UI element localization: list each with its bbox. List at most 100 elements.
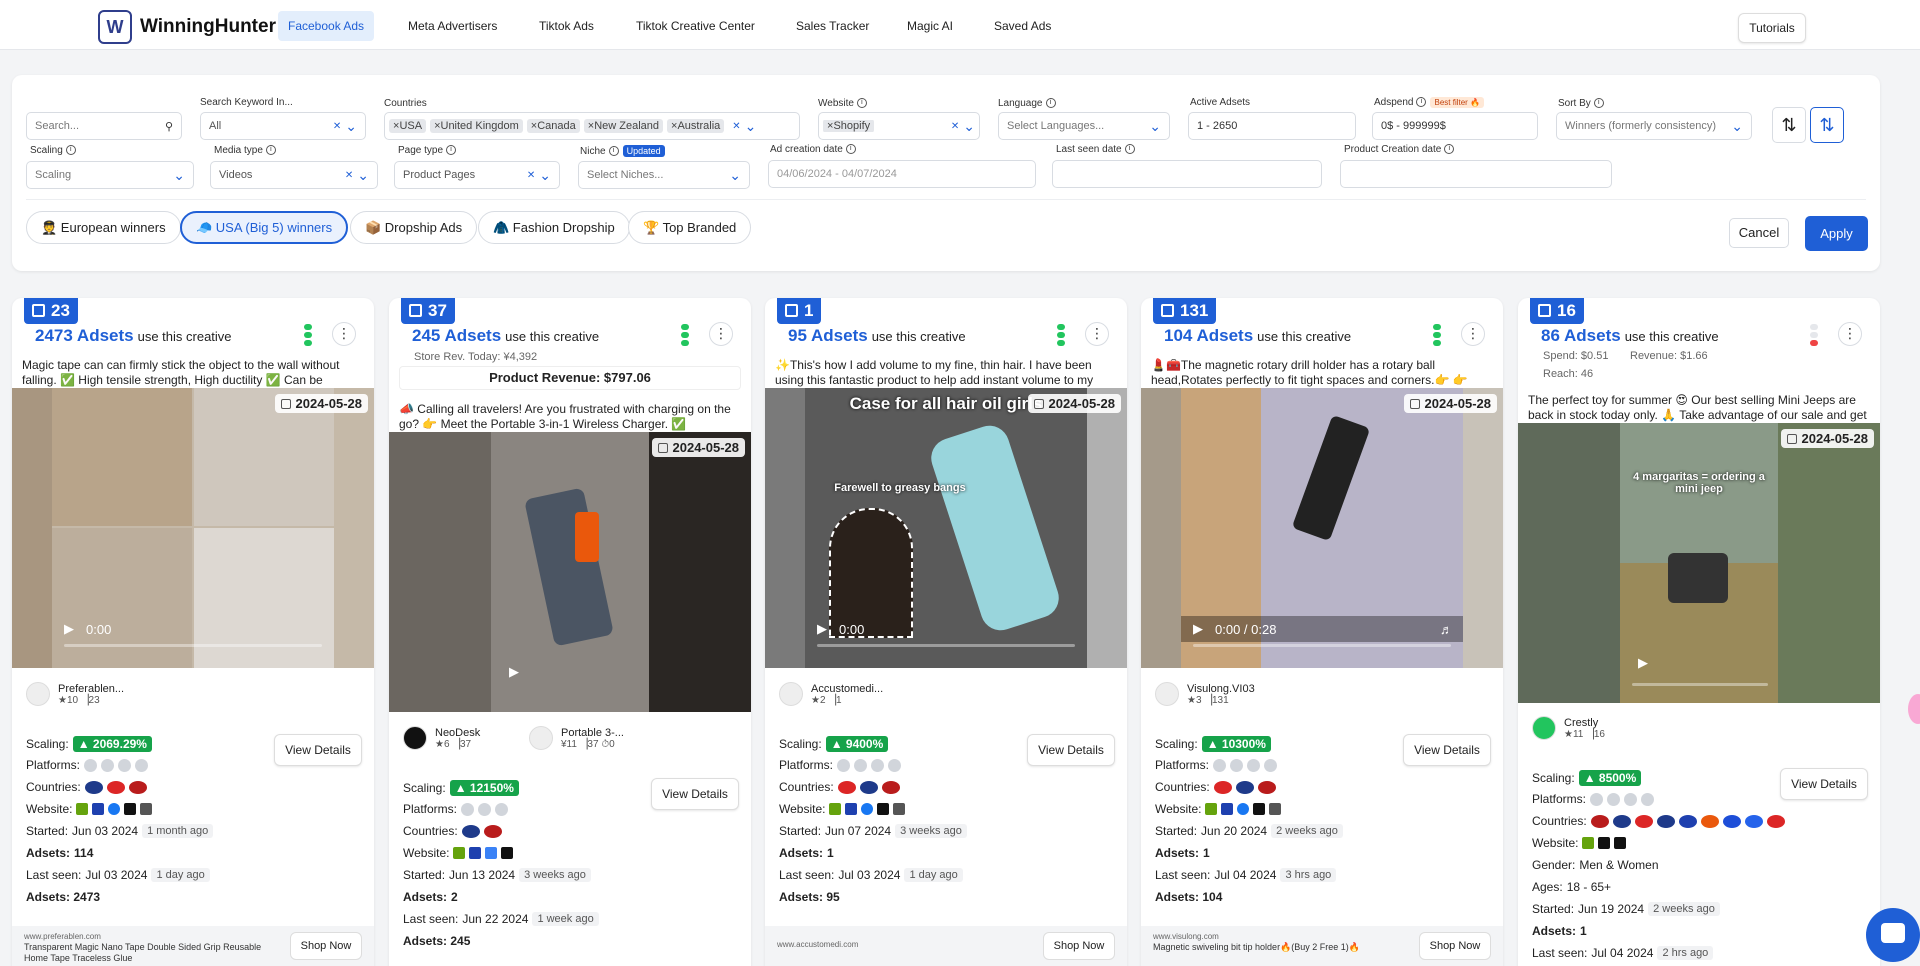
- more-options-icon[interactable]: ⋮: [332, 322, 356, 346]
- ad-video[interactable]: 2024-05-28 ▶ 0:00: [12, 388, 374, 668]
- info-icon[interactable]: i: [1416, 97, 1427, 108]
- preset-top-branded[interactable]: 🏆 Top Branded: [628, 211, 752, 244]
- video-controls[interactable]: ▶ 0:00: [52, 616, 334, 642]
- preset-dropship-ads[interactable]: 📦 Dropship Ads: [350, 211, 478, 244]
- more-options-icon[interactable]: ⋮: [1461, 322, 1485, 346]
- website-select[interactable]: ×Shopify ✕ ⌄: [818, 112, 980, 140]
- preset-usa-winners[interactable]: 🧢 USA (Big 5) winners: [180, 211, 349, 244]
- play-icon[interactable]: ▶: [64, 621, 74, 637]
- ad-video[interactable]: 2024-05-28 ▶ 0:00 / 0:28 ♬: [1141, 388, 1503, 668]
- creative-count: 16: [1530, 298, 1584, 324]
- active-adsets-input[interactable]: 1 - 2650: [1188, 112, 1356, 140]
- info-icon[interactable]: i: [446, 145, 457, 156]
- media-type-select[interactable]: Videos ✕ ⌄: [210, 161, 378, 189]
- product-store[interactable]: Portable 3-... ¥11 ▕37 ⏱0: [529, 726, 624, 750]
- apply-button[interactable]: Apply: [1805, 216, 1868, 251]
- advertiser[interactable]: Preferablen... ★10 ▕23: [26, 682, 124, 706]
- info-icon[interactable]: i: [1124, 144, 1135, 155]
- adspend-input[interactable]: 0$ - 999999$: [1372, 112, 1538, 140]
- video-progress[interactable]: [817, 644, 1075, 647]
- cancel-button[interactable]: Cancel: [1729, 218, 1789, 248]
- product-creation-date-input[interactable]: [1340, 160, 1612, 188]
- volume-icon[interactable]: ♬: [1440, 622, 1463, 637]
- shop-now-button[interactable]: Shop Now: [290, 932, 362, 960]
- search-input[interactable]: Search... ⚲: [26, 112, 182, 140]
- view-details-button[interactable]: View Details: [1403, 734, 1491, 766]
- more-options-icon[interactable]: ⋮: [1085, 322, 1109, 346]
- ad-video[interactable]: Case for all hair oil girls Farewell to …: [765, 388, 1127, 668]
- video-progress[interactable]: [1632, 683, 1768, 686]
- info-icon[interactable]: i: [1593, 98, 1604, 109]
- clear-icon[interactable]: ✕: [732, 121, 740, 132]
- info-icon[interactable]: i: [608, 146, 619, 157]
- info-icon[interactable]: i: [65, 145, 76, 156]
- sort-descending-icon[interactable]: ⇅: [1810, 107, 1844, 143]
- clear-icon[interactable]: ✕: [345, 170, 353, 181]
- info-icon[interactable]: i: [845, 144, 856, 155]
- view-details-button[interactable]: View Details: [1027, 734, 1115, 766]
- tab-magic-ai[interactable]: Magic AI: [897, 11, 963, 41]
- ad-video[interactable]: 2024-05-28 ▶: [389, 432, 751, 712]
- page-type-select[interactable]: Product Pages ✕ ⌄: [394, 161, 560, 189]
- tab-facebook-ads[interactable]: Facebook Ads: [278, 11, 375, 41]
- tab-tiktok-ads[interactable]: Tiktok Ads: [529, 11, 604, 41]
- country-chip[interactable]: ×New Zealand: [583, 119, 664, 133]
- more-options-icon[interactable]: ⋮: [709, 322, 733, 346]
- logo[interactable]: W WinningHunter: [98, 10, 276, 44]
- language-select[interactable]: Select Languages... ⌄: [998, 112, 1170, 140]
- country-chip[interactable]: ×Australia: [667, 119, 725, 133]
- info-icon[interactable]: i: [265, 145, 276, 156]
- clear-icon[interactable]: ✕: [951, 121, 959, 132]
- play-icon[interactable]: ▶: [817, 621, 827, 637]
- niche-select[interactable]: Select Niches... ⌄: [578, 161, 750, 189]
- country-chip[interactable]: ×USA: [389, 119, 427, 133]
- scaling-select[interactable]: Scaling ⌄: [26, 161, 194, 189]
- tab-meta-advertisers[interactable]: Meta Advertisers: [398, 11, 507, 41]
- flag-australia-icon: [1235, 780, 1254, 794]
- sort-ascending-icon[interactable]: ⇅: [1772, 107, 1806, 143]
- shop-now-button[interactable]: Shop Now: [1419, 932, 1491, 960]
- view-details-button[interactable]: View Details: [274, 734, 362, 766]
- country-chip[interactable]: ×United Kingdom: [430, 119, 523, 133]
- video-progress[interactable]: [1193, 644, 1451, 647]
- platforms-row: Platforms:: [1532, 792, 1655, 806]
- advertiser[interactable]: NeoDesk ★6 ▕37: [403, 726, 480, 750]
- tab-sales-tracker[interactable]: Sales Tracker: [786, 11, 879, 41]
- preset-european-winners[interactable]: 🧑‍✈️ European winners: [26, 211, 181, 244]
- advertiser[interactable]: Visulong.VI03 ★3 ▕131: [1155, 682, 1255, 706]
- advertiser[interactable]: Accustomedi... ★2 ▕1: [779, 682, 883, 706]
- ad-video[interactable]: 4 margaritas = ordering a mini jeep 2024…: [1518, 423, 1880, 703]
- view-details-button[interactable]: View Details: [651, 778, 739, 810]
- video-controls[interactable]: ▶ 0:00: [805, 616, 1087, 642]
- clear-icon[interactable]: ✕: [527, 170, 535, 181]
- scaling-row: Scaling: ▲ 2069.29%: [26, 736, 152, 752]
- started-row: Started: Jun 13 2024 3 weeks ago: [403, 868, 591, 882]
- video-progress[interactable]: [64, 644, 322, 647]
- sortby-select[interactable]: Winners (formerly consistency) ⌄: [1556, 112, 1752, 140]
- info-icon[interactable]: i: [1444, 144, 1455, 155]
- tab-saved-ads[interactable]: Saved Ads: [984, 11, 1061, 41]
- view-details-button[interactable]: View Details: [1780, 768, 1868, 800]
- info-icon[interactable]: i: [856, 98, 867, 109]
- play-icon[interactable]: ▶: [1638, 655, 1648, 671]
- chat-icon[interactable]: [1866, 908, 1920, 962]
- more-options-icon[interactable]: ⋮: [1838, 322, 1862, 346]
- country-chip[interactable]: ×Canada: [526, 119, 580, 133]
- preset-fashion-dropship[interactable]: 🧥 Fashion Dropship: [478, 211, 630, 244]
- tutorials-button[interactable]: Tutorials: [1738, 13, 1806, 43]
- video-controls[interactable]: ▶ 0:00 / 0:28 ♬: [1181, 616, 1463, 642]
- info-icon[interactable]: i: [1045, 98, 1056, 109]
- clear-icon[interactable]: ✕: [333, 121, 341, 132]
- last-seen-date-input[interactable]: [1052, 160, 1322, 188]
- play-icon[interactable]: ▶: [509, 664, 519, 680]
- shop-now-button[interactable]: Shop Now: [1043, 932, 1115, 960]
- ad-creation-date-input[interactable]: 04/06/2024 - 04/07/2024: [768, 160, 1036, 188]
- website-chip[interactable]: ×Shopify: [823, 120, 875, 132]
- advertiser[interactable]: Crestly ★11 ▕16: [1532, 716, 1605, 740]
- tab-tiktok-creative-center[interactable]: Tiktok Creative Center: [626, 11, 765, 41]
- countries-select[interactable]: ×USA ×United Kingdom ×Canada ×New Zealan…: [384, 112, 800, 140]
- keyword-select[interactable]: All ✕ ⌄: [200, 112, 366, 140]
- flag-usa-icon: [1590, 814, 1609, 828]
- facebook-icon: [1213, 758, 1227, 772]
- play-icon[interactable]: ▶: [1193, 621, 1203, 637]
